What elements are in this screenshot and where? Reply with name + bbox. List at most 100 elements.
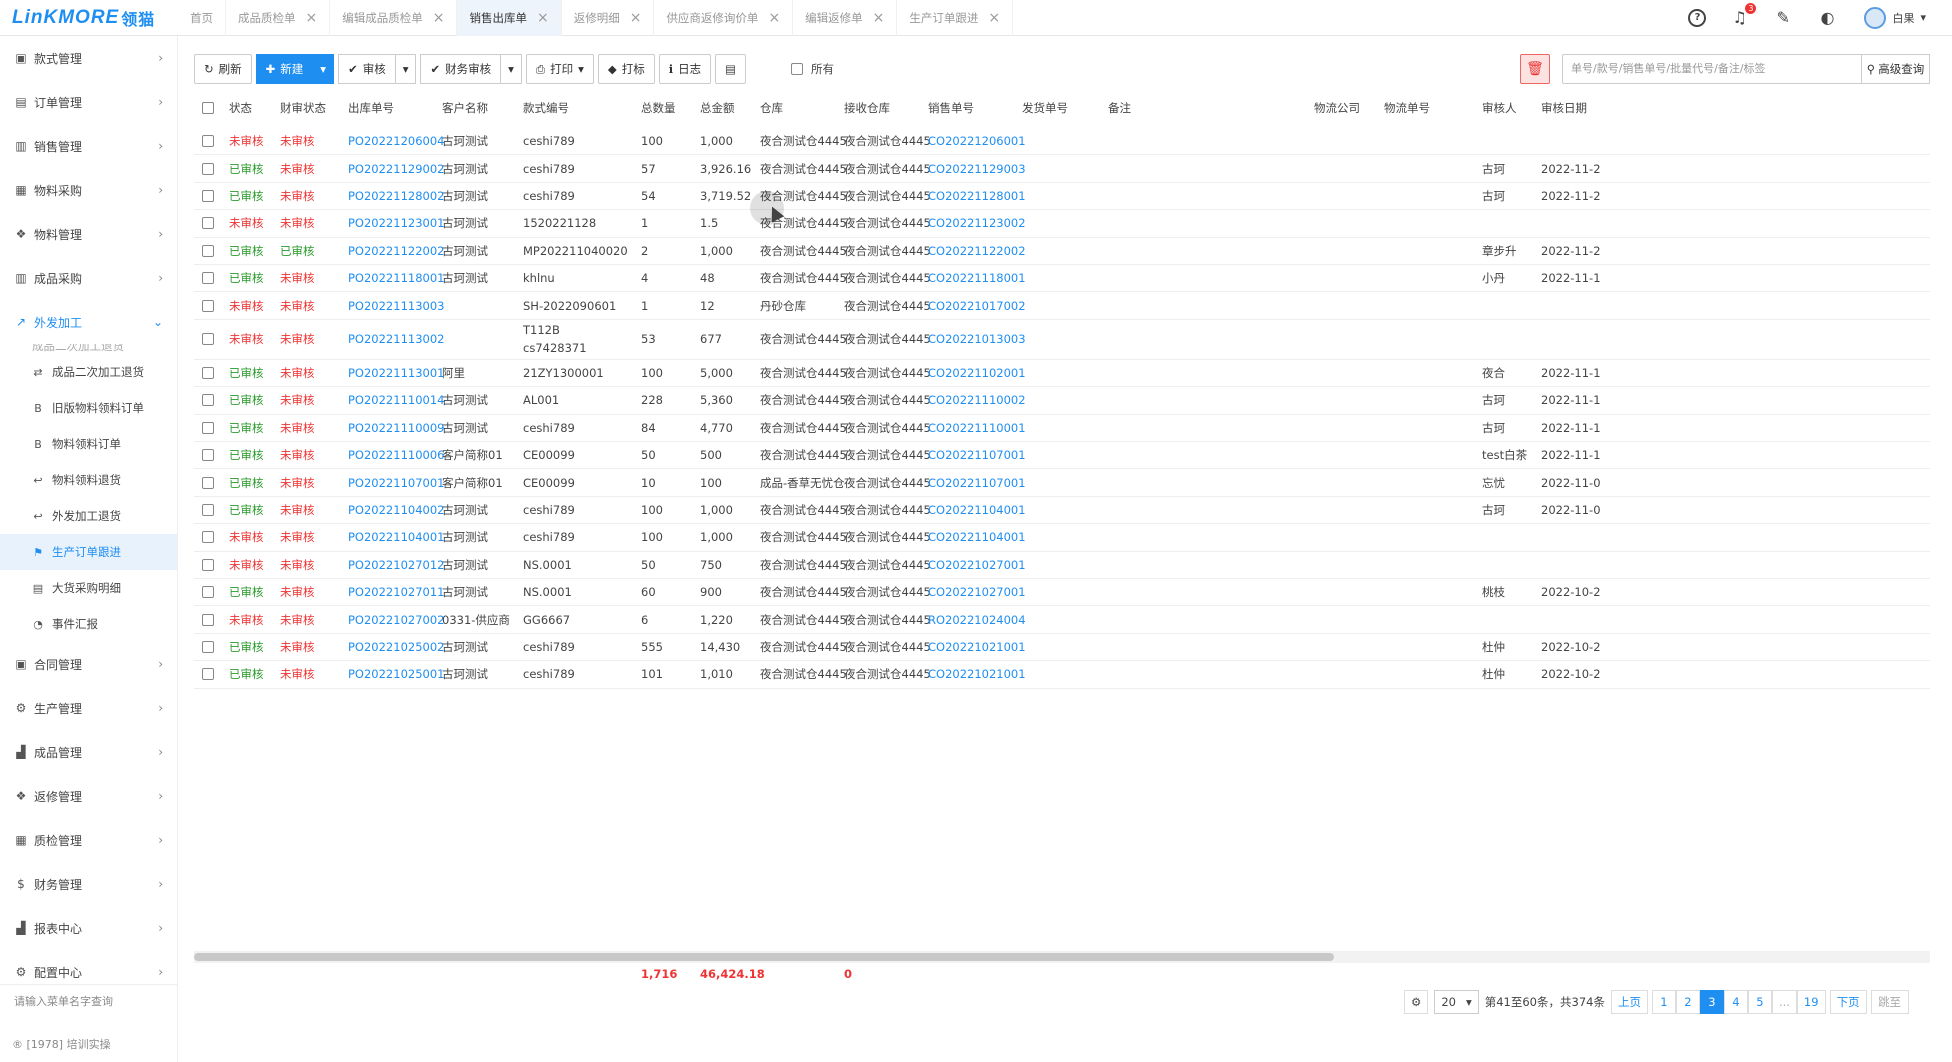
close-icon[interactable]: × [768, 10, 780, 26]
sales-order-link[interactable]: CO20221123002 [928, 210, 1026, 236]
order-no-link[interactable]: PO20221025001 [348, 661, 444, 687]
sales-order-link[interactable]: CO20221017002 [928, 292, 1026, 318]
table-row[interactable]: 已审核 未审核 PO20221025001 古珂测试 ceshi789 101 1,010 夜… [194, 661, 1930, 689]
sidebar-item-cubes[interactable]: ❖ 物料管理 › [0, 212, 177, 256]
new-button[interactable]: ✚ 新建 [255, 54, 314, 84]
table-row[interactable]: 未审核 未审核 PO20221104001 古珂测试 ceshi789 100 1,000 夜… [194, 524, 1930, 552]
order-no-link[interactable]: PO20221122002 [348, 238, 444, 264]
row-checkbox[interactable] [202, 586, 214, 599]
table-row[interactable]: 未审核 未审核 PO20221027012 古珂测试 NS.0001 50 750 夜合测试仓… [194, 552, 1930, 579]
close-icon[interactable]: × [630, 10, 642, 26]
column-header[interactable]: 财审状态 [280, 88, 326, 128]
sales-order-link[interactable]: CO20221021001 [928, 634, 1026, 660]
column-header[interactable]: 仓库 [760, 88, 783, 128]
page-button[interactable]: 4 [1723, 990, 1748, 1014]
sales-order-link[interactable]: CO20221118001 [928, 265, 1026, 291]
row-checkbox[interactable] [202, 668, 214, 681]
page-button[interactable]: 19 [1796, 990, 1826, 1014]
close-icon[interactable]: × [873, 10, 885, 26]
delete-button[interactable]: 🗑 [1520, 54, 1550, 84]
tag-button[interactable]: ◆ 打标 [597, 54, 655, 84]
print-button[interactable]: ⎙ 打印 ▾ [525, 54, 594, 84]
sales-order-link[interactable]: CO20221027001 [928, 579, 1026, 605]
column-header[interactable]: 备注 [1108, 88, 1131, 128]
table-row[interactable]: 已审核 未审核 PO20221110009 古珂测试 ceshi789 84 4,770 夜合… [194, 415, 1930, 442]
table-row[interactable]: 未审核 未审核 PO20221113003 SH-2022090601 1 12 丹砂仓库 夜… [194, 292, 1930, 320]
sidebar-item-bank[interactable]: ▥ 销售管理 › [0, 124, 177, 168]
row-checkbox[interactable] [202, 333, 214, 346]
sidebar-item-truck[interactable]: ▦ 物料采购 › [0, 168, 177, 212]
table-row[interactable]: 已审核 未审核 PO20221025002 古珂测试 ceshi789 555 14,430… [194, 634, 1930, 662]
sales-order-link[interactable]: CO20221110002 [928, 387, 1026, 413]
sidebar-item-document[interactable]: ▤ 订单管理 › [0, 80, 177, 124]
finance-audit-button[interactable]: ✔ 财务审核 [420, 54, 502, 84]
column-header[interactable]: 物流公司 [1314, 88, 1360, 128]
row-checkbox[interactable] [202, 558, 214, 571]
page-size-select[interactable]: 20 ▾ [1434, 990, 1479, 1014]
row-checkbox[interactable] [202, 503, 214, 516]
sidebar-subitem[interactable]: ↩ 外发加工退货 [0, 498, 177, 534]
column-header[interactable]: 接收仓库 [844, 88, 890, 128]
page-button[interactable]: 5 [1747, 990, 1772, 1014]
sidebar-item-contract[interactable]: ▣ 合同管理 › [0, 642, 177, 686]
sidebar-subitem[interactable]: B 旧版物料领料订单 [0, 390, 177, 426]
order-no-link[interactable]: PO20221110009 [348, 415, 444, 441]
column-header[interactable]: 审核人 [1482, 88, 1517, 128]
table-row[interactable]: 已审核 未审核 PO20221107001 客户简称01 CE00099 10 100 成品-… [194, 469, 1930, 497]
order-no-link[interactable]: PO20221110014 [348, 387, 444, 413]
jump-to-input[interactable]: 跳至 [1870, 990, 1909, 1014]
user-menu[interactable]: 白果 ▾ [1864, 6, 1926, 29]
search-input[interactable]: 单号/款号/销售单号/批量代号/备注/标签 [1562, 54, 1862, 84]
row-checkbox[interactable] [202, 476, 214, 489]
sales-order-link[interactable]: CO20221110001 [928, 415, 1026, 441]
all-filter[interactable]: 所有 [791, 61, 834, 77]
sales-order-link[interactable]: CO20221021001 [928, 661, 1026, 687]
row-checkbox[interactable] [202, 244, 214, 257]
order-no-link[interactable]: PO20221110006 [348, 442, 444, 468]
close-icon[interactable]: × [537, 10, 549, 26]
bell-icon[interactable]: ♫ 3 [1732, 2, 1757, 27]
all-checkbox[interactable] [791, 63, 803, 75]
column-header[interactable]: 状态 [229, 88, 252, 128]
table-row[interactable]: 已审核 已审核 PO20221122002 古珂测试 MP202211040020 2 1,… [194, 238, 1930, 265]
log-button[interactable]: ℹ 日志 [658, 54, 712, 84]
table-row[interactable]: 已审核 未审核 PO20221129002 古珂测试 ceshi789 57 3,926.1… [194, 155, 1930, 183]
order-no-link[interactable]: PO20221025002 [348, 634, 444, 660]
close-icon[interactable]: × [306, 10, 318, 26]
horizontal-scrollbar[interactable] [194, 951, 1930, 963]
order-no-link[interactable]: PO20221206004 [348, 128, 444, 154]
tab-1[interactable]: 成品质检单 × [226, 0, 331, 36]
finance-audit-dropdown-button[interactable]: ▾ [501, 54, 522, 84]
tab-2[interactable]: 编辑成品质检单 × [330, 0, 458, 36]
row-checkbox[interactable] [202, 135, 214, 148]
table-row[interactable]: 已审核 未审核 PO20221110014 古珂测试 AL001 228 5,360 夜合测试… [194, 387, 1930, 415]
sidebar-item-external-link[interactable]: ↗ 外发加工 ⌄ [0, 300, 177, 344]
help-icon[interactable]: ? [1688, 8, 1707, 27]
column-header[interactable]: 审核日期 [1541, 88, 1587, 128]
order-no-link[interactable]: PO20221027011 [348, 579, 444, 605]
row-checkbox[interactable] [202, 366, 214, 379]
order-no-link[interactable]: PO20221118001 [348, 265, 444, 291]
row-checkbox[interactable] [202, 299, 214, 312]
next-page-button[interactable]: 下页 [1829, 990, 1867, 1014]
table-row[interactable]: 已审核 未审核 PO20221027011 古珂测试 NS.0001 60 900 夜合测试仓… [194, 579, 1930, 607]
menu-search-input[interactable]: 请输入菜单名字查询 [0, 984, 177, 1016]
sales-order-link[interactable]: CO20221122002 [928, 238, 1026, 264]
row-checkbox[interactable] [202, 217, 214, 230]
table-row[interactable]: 已审核 未审核 PO20221128002 古珂测试 ceshi789 54 3,719.5… [194, 183, 1930, 211]
tab-6[interactable]: 编辑返修单 × [793, 0, 898, 36]
sales-order-link[interactable]: CO20221027001 [928, 552, 1026, 578]
tab-7[interactable]: 生产订单跟进 × [897, 0, 1014, 36]
column-header[interactable]: 销售单号 [928, 88, 974, 128]
export-button[interactable]: ▤ [715, 54, 746, 84]
order-no-link[interactable]: PO20221107001 [348, 469, 444, 495]
page-button[interactable]: 3 [1699, 990, 1724, 1014]
brand-logo[interactable]: LinKMORE 领猫 [0, 0, 178, 36]
column-header[interactable]: 出库单号 [348, 88, 394, 128]
row-checkbox[interactable] [202, 613, 214, 626]
sidebar-item-bar-chart[interactable]: ▟ 报表中心 › [0, 906, 177, 950]
table-row[interactable]: 未审核 未审核 PO20221123001 古珂测试 1520221128 1 1.5 夜合测… [194, 210, 1930, 238]
prev-page-button[interactable]: 上页 [1610, 990, 1648, 1014]
scrollbar-thumb[interactable] [194, 953, 1334, 961]
page-button[interactable]: 2 [1675, 990, 1700, 1014]
